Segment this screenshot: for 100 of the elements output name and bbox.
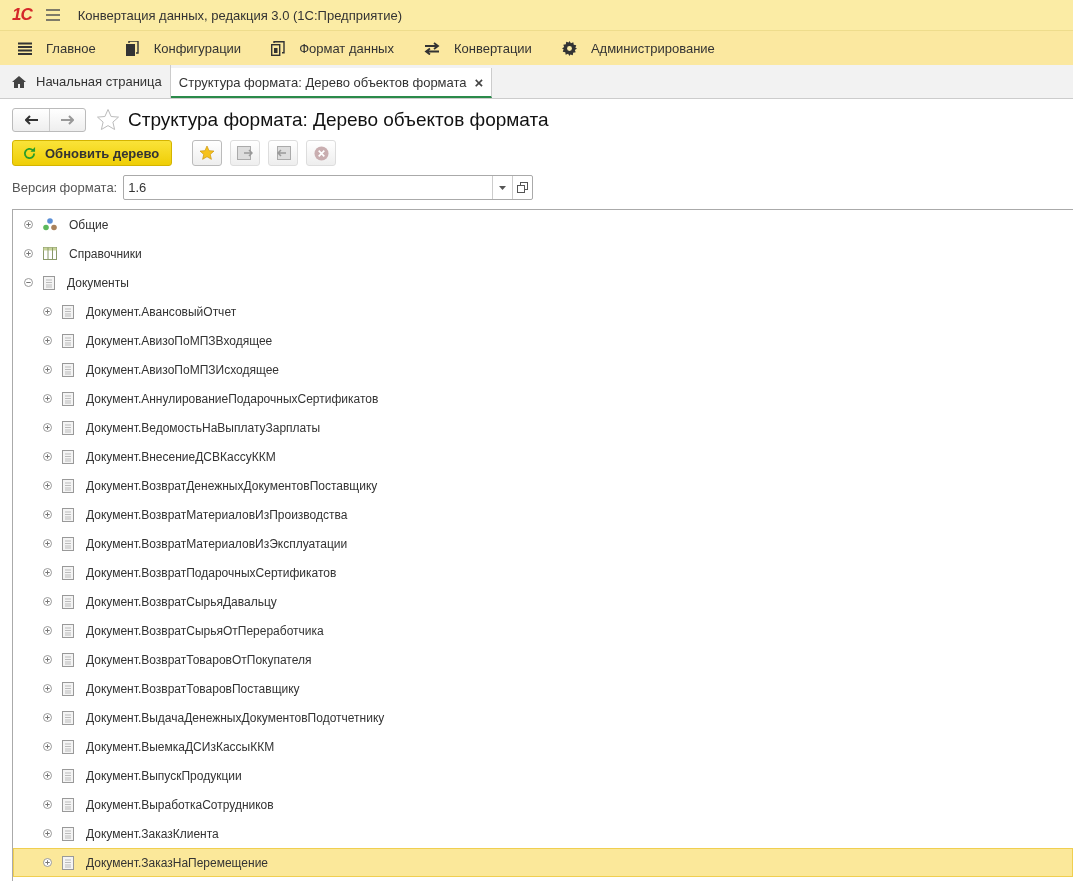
dropdown-caret-icon[interactable] [499,185,507,190]
tab[interactable]: Структура формата: Дерево объектов формата × [170,68,493,98]
circles-icon [43,218,57,231]
star-icon[interactable] [96,108,120,132]
expand-icon[interactable] [43,568,52,577]
section-link[interactable]: Конвертации [423,40,532,56]
expand-icon[interactable] [24,220,33,229]
tree-item-label: Документ.ВозвратМатериаловИзПроизводства [86,507,348,522]
home-icon [12,75,26,88]
expand-icon[interactable] [43,742,52,751]
tree-item-label: Документ.АвансовыйОтчет [86,304,237,319]
refresh-button[interactable]: Обновить дерево [12,140,173,166]
document-icon [62,333,74,348]
section-link[interactable]: Администрирование [561,40,715,56]
tree-row[interactable]: Документ.АвизоПоМПЗВходящее [13,326,1073,355]
tree-item-label: Справочники [69,246,142,261]
document-icon [62,826,74,841]
tree-row[interactable]: Документ.ЗаказНаПеремещение [13,848,1073,877]
tree-item-label: Документ.ВозвратСырьяОтПереработчика [86,623,324,638]
expand-icon[interactable] [43,365,52,374]
expand-icon[interactable] [43,510,52,519]
document-icon [62,536,74,551]
tree-item-label: Документ.ЗаказКлиента [86,826,219,841]
tree-row[interactable]: Документ.ВыемкаДСИзКассыККМ [13,732,1073,761]
tree-item-label: Документ.ВозвратПодарочныхСертификатов [86,565,337,580]
expand-icon[interactable] [43,829,52,838]
tree-item-label: Документ.АвизоПоМПЗВходящее [86,333,273,348]
app-logo: 1С [12,5,32,25]
import-button[interactable] [268,140,299,166]
expand-icon[interactable] [43,713,52,722]
document-icon [62,362,74,377]
tree-row[interactable]: Документ.ВозвратМатериаловИзПроизводства [13,500,1073,529]
cancel-icon [313,145,329,161]
expand-icon[interactable] [43,655,52,664]
document-icon [62,507,74,522]
tree-row[interactable]: Документ.ВозвратДенежныхДокументовПоставщику [13,471,1073,500]
expand-icon[interactable] [43,307,52,316]
tree-row[interactable]: Документ.ВыпускПродукции [13,761,1073,790]
right-arrow-icon [61,115,74,125]
expand-icon[interactable] [43,597,52,606]
tree-row[interactable]: Документ.ВозвратСырьяОтПереработчика [13,616,1073,645]
tree-item-label: Документ.АвизоПоМПЗИсходящее [86,362,279,377]
tree-row[interactable]: Документ.АннулированиеПодарочныхСертификатов [13,384,1073,413]
expand-icon[interactable] [43,481,52,490]
swap-arrows-icon [423,41,440,55]
menu-icon [18,41,32,55]
section-link[interactable]: Конфигурации [125,40,242,56]
version-field[interactable]: 1.6 [123,175,534,200]
tree-row[interactable]: Документ.АвансовыйОтчет [13,297,1073,326]
refresh-icon [23,146,36,160]
document-icon [62,565,74,580]
tree-item-label: Документ.ВозвратМатериаловИзЭксплуатации [86,536,348,551]
document-icon [62,768,74,783]
menu-icon[interactable] [45,9,60,21]
tree-row[interactable]: Справочники [13,239,1073,268]
expand-icon[interactable] [43,858,52,867]
document-icon [62,855,74,870]
expand-icon[interactable] [43,684,52,693]
open-window-icon[interactable] [517,182,529,193]
tree-row[interactable]: Документ.АвизоПоМПЗИсходящее [13,355,1073,384]
expand-icon[interactable] [43,423,52,432]
settings-icon [561,40,577,56]
expand-icon[interactable] [43,452,52,461]
tree-row[interactable]: Документ.ЗаказКлиента [13,819,1073,848]
collapse-icon[interactable] [24,278,33,287]
tree-row[interactable]: Документ.ВозвратМатериаловИзЭксплуатации [13,529,1073,558]
export-button[interactable] [230,140,261,166]
tree-row[interactable]: Общие [13,210,1073,239]
tree-item-label: Общие [69,217,109,232]
table-icon [43,247,57,260]
tree-row[interactable]: Документ.ВозвратСырьяДавальцу [13,587,1073,616]
tree-row[interactable]: Документ.ВыработкаСотрудников [13,790,1073,819]
close-button[interactable]: × [474,73,484,91]
document-icon [62,420,74,435]
section-link[interactable]: Главное [18,40,96,56]
expand-icon[interactable] [43,771,52,780]
tree-row[interactable]: Документ.ВозвратТоваровПоставщику [13,674,1073,703]
window-title: Конвертация данных, редакция 3.0 (1С:Предприятие) [77,7,403,23]
tab[interactable]: Начальная страница [4,65,171,98]
section-link[interactable]: Формат данных [271,40,394,56]
tree-item-label: Документ.ВыпускПродукции [86,768,242,783]
document-icon [62,594,74,609]
expand-icon[interactable] [43,626,52,635]
expand-icon[interactable] [43,394,52,403]
document-icon [62,449,74,464]
expand-icon[interactable] [43,800,52,809]
tree-row[interactable]: Документы [13,268,1073,297]
tree-row[interactable]: Документ.ВнесениеДСВКассуККМ [13,442,1073,471]
tree-item-label: Документ.ВыработкаСотрудников [86,797,274,812]
tree-item-label: Документы [67,275,129,290]
tree-row[interactable]: Документ.ВозвратПодарочныхСертификатов [13,558,1073,587]
document-icon [62,797,74,812]
tree-row[interactable]: Документ.ВыдачаДенежныхДокументовПодотчетнику [13,703,1073,732]
expand-icon[interactable] [43,336,52,345]
tree-row[interactable]: Документ.ВозвратТоваровОтПокупателя [13,645,1073,674]
document-icon [62,478,74,493]
expand-icon[interactable] [43,539,52,548]
expand-icon[interactable] [24,249,33,258]
tree-row[interactable]: Документ.ВедомостьНаВыплатуЗарплаты [13,413,1073,442]
document-icon [62,681,74,696]
